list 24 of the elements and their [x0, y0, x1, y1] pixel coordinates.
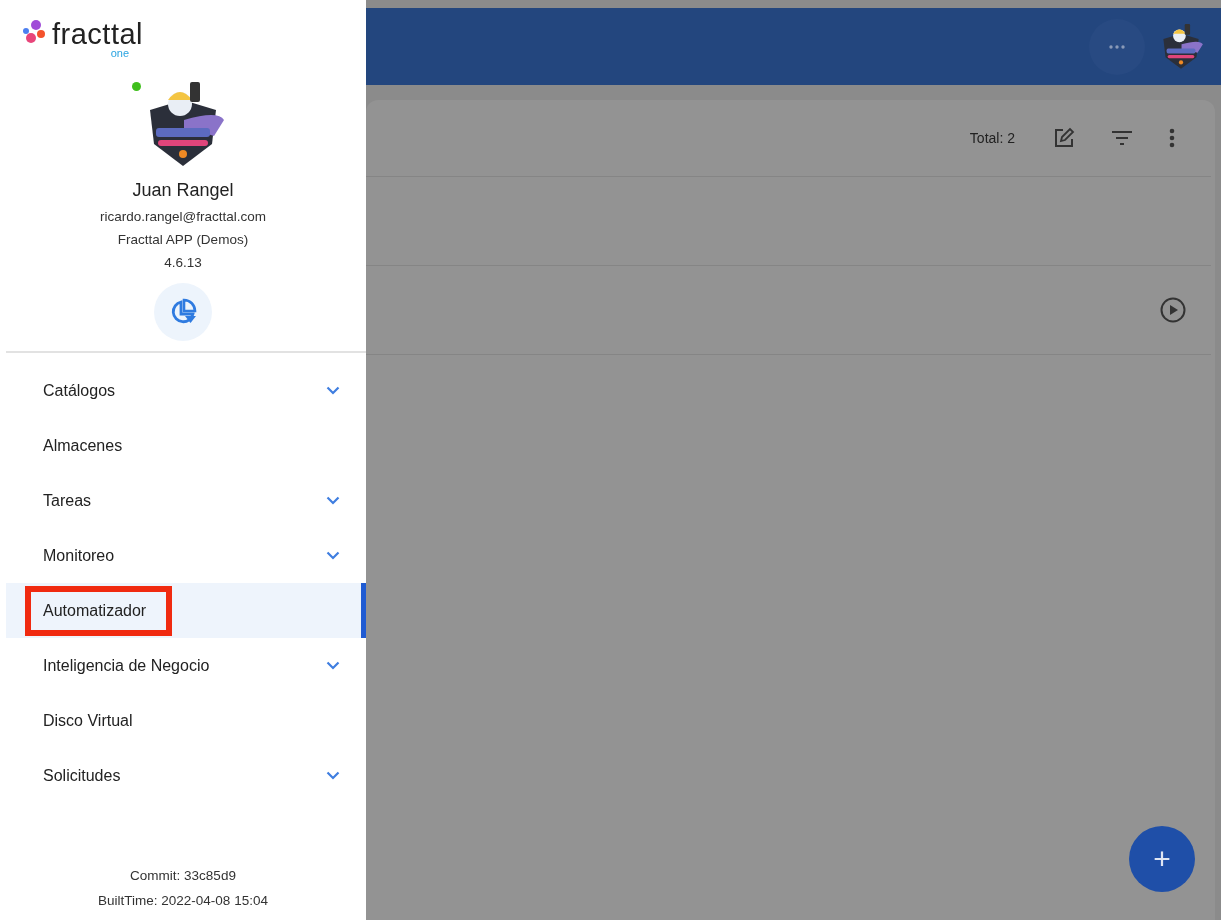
user-email: ricardo.rangel@fracttal.com	[100, 209, 266, 224]
logo-text: fracttal	[52, 20, 144, 48]
menu-item[interactable]: Monitoreo	[6, 528, 366, 583]
total-count: Total: 2	[969, 130, 1015, 146]
menu-item[interactable]: Almacenes	[6, 418, 366, 473]
play-icon[interactable]	[1160, 297, 1186, 323]
company-name: Fracttal APP (Demos)	[117, 232, 249, 247]
menu-item[interactable]: Solicitudes	[6, 748, 366, 803]
logo-icon	[22, 20, 46, 44]
menu-item[interactable]: Inteligencia de Negocio	[6, 638, 366, 693]
menu-item[interactable]: Catálogos	[6, 363, 366, 418]
kebab-menu-icon[interactable]	[1169, 128, 1175, 148]
build-info: BuiltTime: 2022-04-08 15:04	[98, 893, 268, 908]
user-name: Juan Rangel	[132, 180, 234, 201]
build-info: Commit: 33c85d9	[130, 868, 236, 883]
filter-icon[interactable]	[1111, 130, 1133, 146]
pie-chart-icon	[169, 298, 197, 326]
menu-item[interactable]: Automatizador	[6, 583, 366, 638]
edit-icon[interactable]	[1053, 127, 1075, 149]
logo-suffix: one	[110, 48, 130, 58]
ellipsis-icon	[1109, 44, 1125, 49]
menu-item[interactable]: Disco Virtual	[6, 693, 366, 748]
menu-item[interactable]: Tareas	[6, 473, 366, 528]
app-version: 4.6.13	[164, 255, 202, 270]
